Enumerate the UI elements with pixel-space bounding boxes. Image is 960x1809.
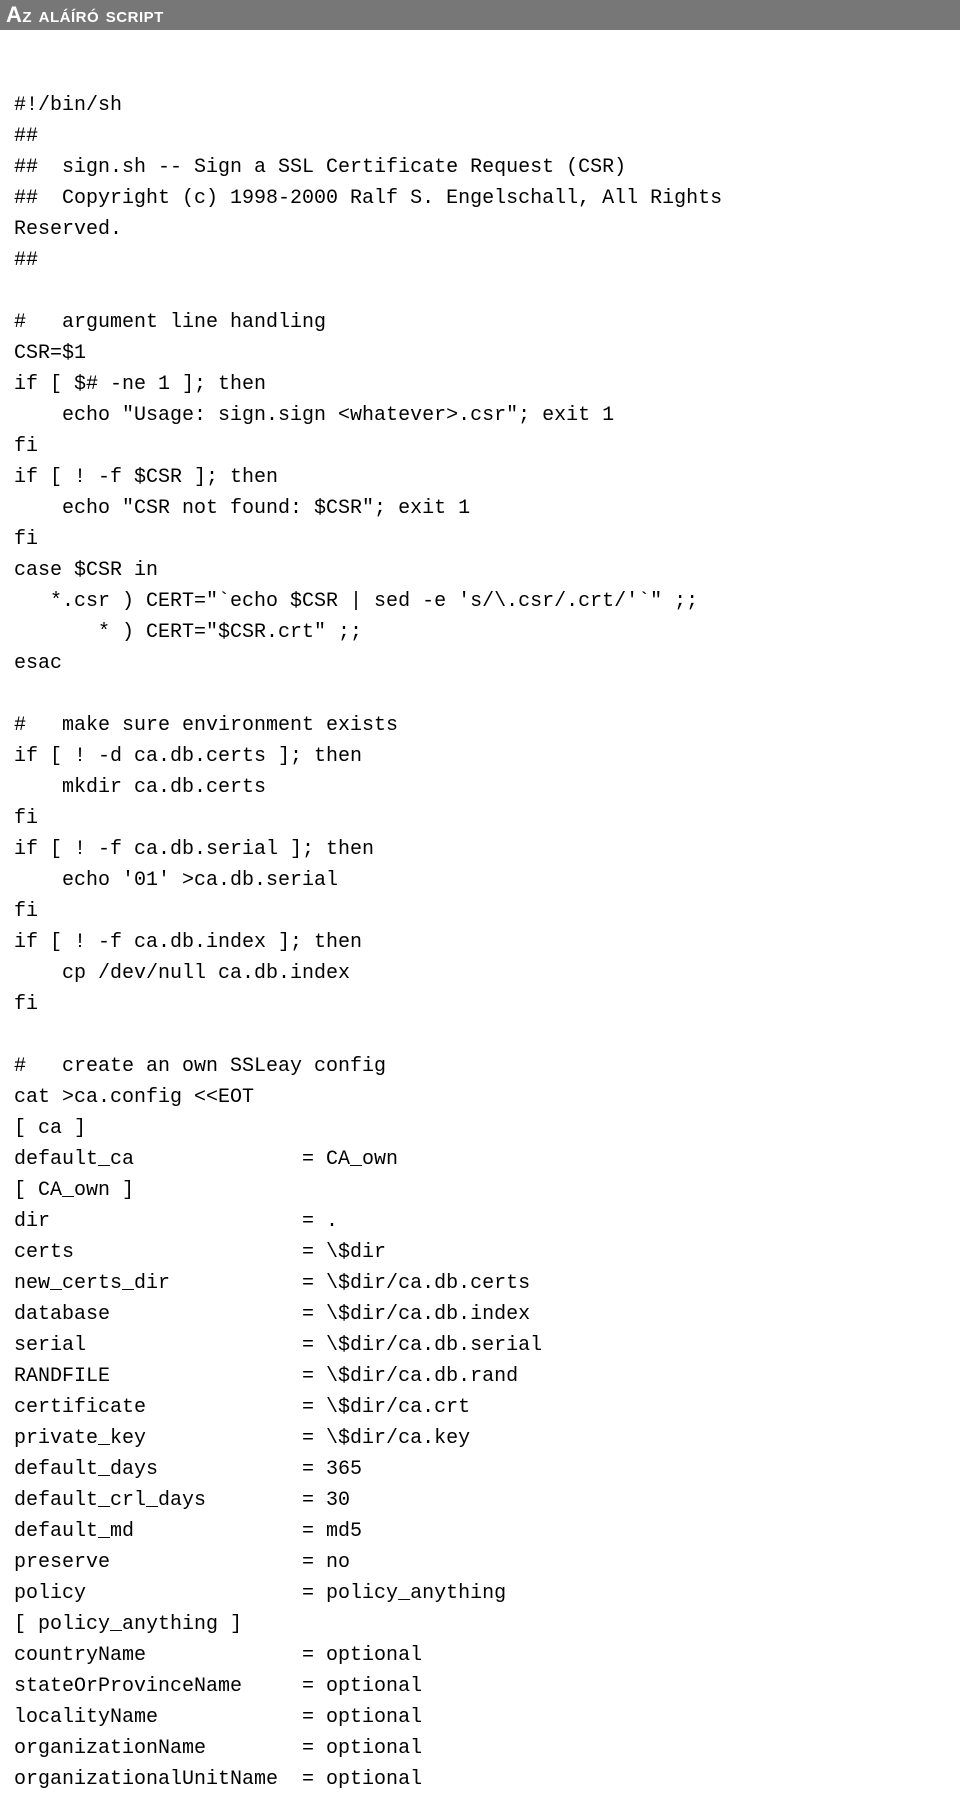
code-line: database = \$dir/ca.db.index [14, 1303, 530, 1326]
code-line: [ ca ] [14, 1117, 86, 1140]
code-line: #!/bin/sh [14, 94, 122, 117]
code-line: if [ $# -ne 1 ]; then [14, 373, 266, 396]
code-line: default_ca = CA_own [14, 1148, 398, 1171]
code-line: # argument line handling [14, 311, 326, 334]
code-line: fi [14, 528, 38, 551]
code-line: [ CA_own ] [14, 1179, 134, 1202]
code-line: certificate = \$dir/ca.crt [14, 1396, 470, 1419]
code-line: preserve = no [14, 1551, 350, 1574]
code-line: fi [14, 900, 38, 923]
code-line: [ policy_anything ] [14, 1613, 242, 1636]
code-line: localityName = optional [14, 1706, 422, 1729]
code-line: ## sign.sh -- Sign a SSL Certificate Req… [14, 156, 626, 179]
code-block: #!/bin/sh ## ## sign.sh -- Sign a SSL Ce… [0, 30, 960, 1809]
code-line: echo "CSR not found: $CSR"; exit 1 [14, 497, 470, 520]
code-line: echo "Usage: sign.sign <whatever>.csr"; … [14, 404, 614, 427]
code-line: * ) CERT="$CSR.crt" ;; [14, 621, 362, 644]
code-line: RANDFILE = \$dir/ca.db.rand [14, 1365, 518, 1388]
code-line: cp /dev/null ca.db.index [14, 962, 350, 985]
code-line: certs = \$dir [14, 1241, 386, 1264]
code-line: mkdir ca.db.certs [14, 776, 266, 799]
code-line: case $CSR in [14, 559, 158, 582]
code-line: countryName = optional [14, 1644, 422, 1667]
code-line: if [ ! -f ca.db.serial ]; then [14, 838, 374, 861]
code-line: stateOrProvinceName = optional [14, 1675, 422, 1698]
code-line: # create an own SSLeay config [14, 1055, 386, 1078]
code-line: default_days = 365 [14, 1458, 362, 1481]
code-line: # make sure environment exists [14, 714, 398, 737]
code-line: *.csr ) CERT="`echo $CSR | sed -e 's/\.c… [14, 590, 698, 613]
code-line: default_crl_days = 30 [14, 1489, 350, 1512]
code-line: default_md = md5 [14, 1520, 362, 1543]
code-line: fi [14, 993, 38, 1016]
code-line: esac [14, 652, 62, 675]
code-line: cat >ca.config <<EOT [14, 1086, 254, 1109]
code-line: serial = \$dir/ca.db.serial [14, 1334, 542, 1357]
code-line: if [ ! -f $CSR ]; then [14, 466, 278, 489]
code-line: ## [14, 249, 38, 272]
code-line: dir = . [14, 1210, 338, 1233]
code-line: policy = policy_anything [14, 1582, 506, 1605]
page: Az aláíró script #!/bin/sh ## ## sign.sh… [0, 0, 960, 1809]
code-line: CSR=$1 [14, 342, 86, 365]
code-line: ## Copyright (c) 1998-2000 Ralf S. Engel… [14, 187, 722, 241]
section-header: Az aláíró script [0, 0, 960, 30]
code-line: new_certs_dir = \$dir/ca.db.certs [14, 1272, 530, 1295]
code-line: if [ ! -d ca.db.certs ]; then [14, 745, 362, 768]
code-line: ## [14, 125, 38, 148]
code-line: if [ ! -f ca.db.index ]; then [14, 931, 362, 954]
code-line: private_key = \$dir/ca.key [14, 1427, 470, 1450]
code-line: organizationName = optional [14, 1737, 422, 1760]
code-line: organizationalUnitName = optional [14, 1768, 422, 1791]
code-line: fi [14, 435, 38, 458]
code-line: fi [14, 807, 38, 830]
code-line: echo '01' >ca.db.serial [14, 869, 338, 892]
